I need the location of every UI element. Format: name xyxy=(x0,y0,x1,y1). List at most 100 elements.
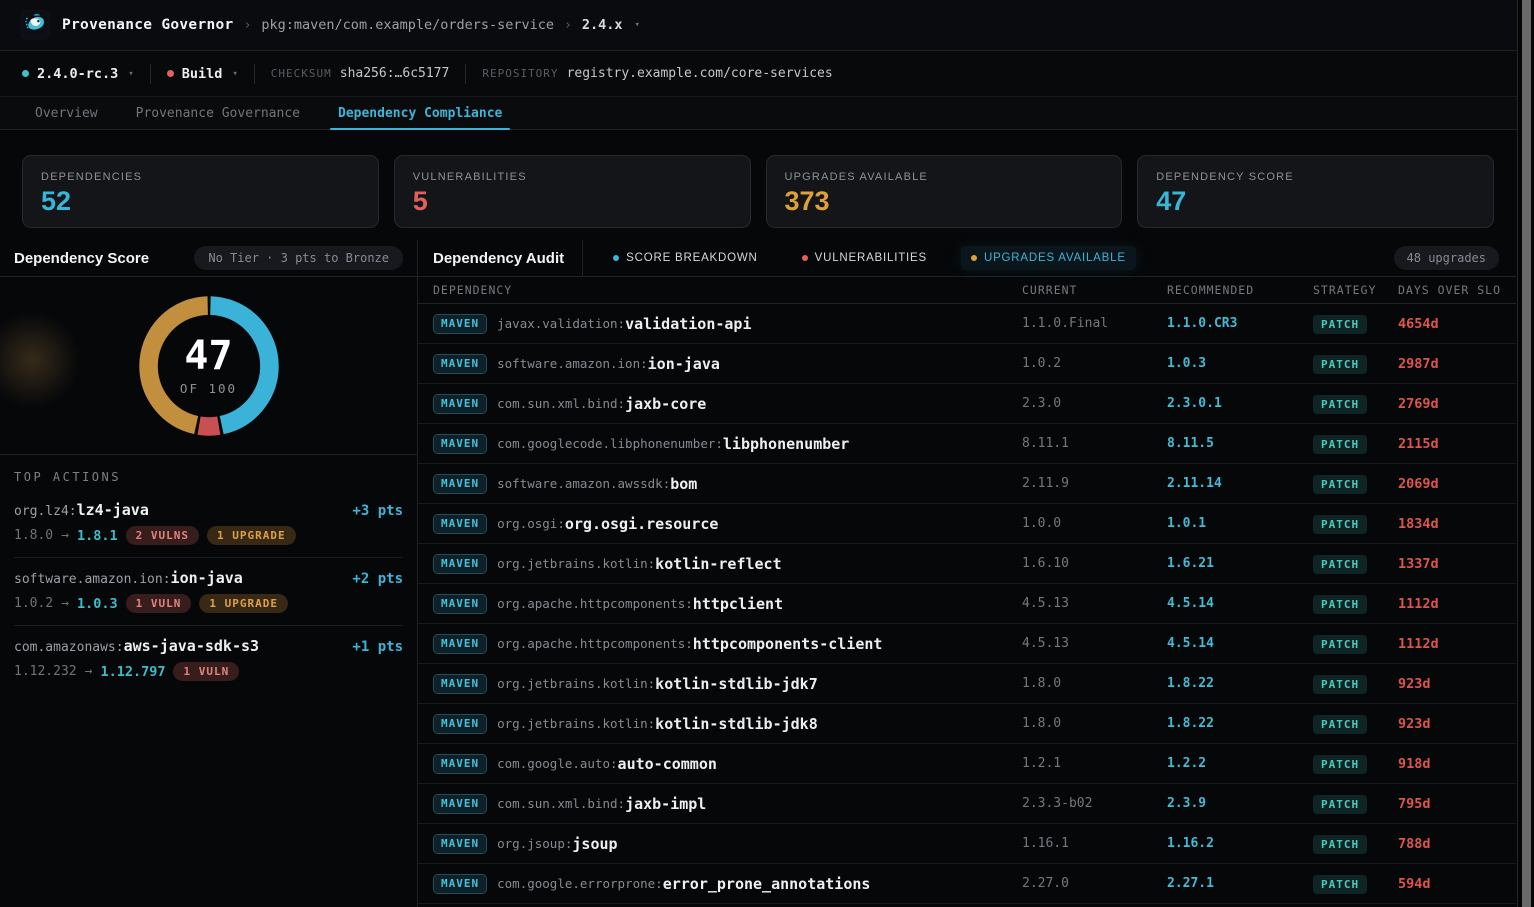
strategy-badge: PATCH xyxy=(1313,515,1367,534)
top-action-item-aws-java-sdk-s3[interactable]: com.amazonaws:aws-java-sdk-s3 +1 pts 1.1… xyxy=(14,626,403,693)
recommended-version-cell: 1.6.21 xyxy=(1167,556,1313,571)
days-over-slo-cell: 4654d xyxy=(1398,316,1516,332)
recommended-version-cell: 4.5.14 xyxy=(1167,636,1313,651)
table-row-auto-common[interactable]: MAVEN com.google.auto:auto-common 1.2.1 … xyxy=(418,744,1516,784)
top-action-badges: 2 VULNS1 UPGRADE xyxy=(126,526,296,545)
strategy-badge: PATCH xyxy=(1313,435,1367,454)
top-action-points: +2 pts xyxy=(352,571,403,587)
ecosystem-badge: MAVEN xyxy=(433,594,487,614)
top-action-name-row: org.lz4:lz4-java +3 pts xyxy=(14,501,403,519)
dependency-cell: MAVEN org.jetbrains.kotlin:kotlin-reflec… xyxy=(433,554,1022,574)
stat-card-label: DEPENDENCY SCORE xyxy=(1156,171,1475,183)
dependency-group: com.sun.xml.bind: xyxy=(497,796,625,811)
table-row-org-osgi-resource[interactable]: MAVEN org.osgi:org.osgi.resource 1.0.0 1… xyxy=(418,504,1516,544)
current-version-cell: 1.8.0 xyxy=(1022,716,1167,731)
table-row-jaxb-impl[interactable]: MAVEN com.sun.xml.bind:jaxb-impl 2.3.3-b… xyxy=(418,784,1516,824)
tab-overview[interactable]: Overview xyxy=(27,97,106,129)
stat-card-label: UPGRADES AVAILABLE xyxy=(785,171,1104,183)
breadcrumb: Provenance Governor › pkg:maven/com.exam… xyxy=(62,17,640,33)
days-over-slo-cell: 2069d xyxy=(1398,476,1516,492)
current-version: 1.0.2 xyxy=(14,596,53,611)
strategy-badge: PATCH xyxy=(1313,635,1367,654)
filter-chip-upgrades-available[interactable]: UPGRADES AVAILABLE xyxy=(961,246,1136,270)
table-row-jsoup[interactable]: MAVEN org.jsoup:jsoup 1.16.1 1.16.2 PATC… xyxy=(418,824,1516,864)
column-header-recommended: RECOMMENDED xyxy=(1167,283,1313,297)
score-panel-header: Dependency Score No Tier · 3 pts to Bron… xyxy=(0,240,417,277)
top-action-name-row: software.amazon.ion:ion-java +2 pts xyxy=(14,569,403,587)
ecosystem-badge: MAVEN xyxy=(433,674,487,694)
strategy-cell: PATCH xyxy=(1313,313,1398,334)
table-row-kotlin-reflect[interactable]: MAVEN org.jetbrains.kotlin:kotlin-reflec… xyxy=(418,544,1516,584)
vertical-scrollbar[interactable] xyxy=(1517,0,1534,907)
table-row-httpcomponents-client[interactable]: MAVEN org.apache.httpcomponents:httpcomp… xyxy=(418,624,1516,664)
strategy-badge: PATCH xyxy=(1313,595,1367,614)
shark-icon xyxy=(23,11,47,39)
tier-badge: No Tier · 3 pts to Bronze xyxy=(194,246,403,270)
chevron-down-icon[interactable]: ▾ xyxy=(634,20,639,30)
stat-card-label: DEPENDENCIES xyxy=(41,171,360,183)
arrow-right-icon: → xyxy=(85,664,93,679)
table-row-httpclient[interactable]: MAVEN org.apache.httpcomponents:httpclie… xyxy=(418,584,1516,624)
stat-card-label: VULNERABILITIES xyxy=(413,171,732,183)
tab-dependency-compliance[interactable]: Dependency Compliance xyxy=(330,97,510,129)
breadcrumb-version-dropdown[interactable]: 2.4.x xyxy=(582,17,623,33)
table-row-validation-api[interactable]: MAVEN javax.validation:validation-api 1.… xyxy=(418,304,1516,344)
recommended-version-cell: 1.2.2 xyxy=(1167,756,1313,771)
version-selector[interactable]: 2.4.0-rc.3 ▾ xyxy=(22,66,134,82)
filter-chip-score-breakdown[interactable]: SCORE BREAKDOWN xyxy=(603,246,768,270)
days-over-slo-cell: 918d xyxy=(1398,756,1516,772)
recommended-version-cell: 2.3.9 xyxy=(1167,796,1313,811)
recommended-version: 1.0.3 xyxy=(77,596,118,612)
filter-chip-vulnerabilities[interactable]: VULNERABILITIES xyxy=(792,246,937,270)
top-actions-title: TOP ACTIONS xyxy=(14,470,403,484)
current-version-cell: 1.16.1 xyxy=(1022,836,1167,851)
column-header-dependency: DEPENDENCY xyxy=(433,283,1022,297)
divider xyxy=(254,64,255,84)
dependency-artifact: kotlin-reflect xyxy=(655,555,781,573)
audit-filters: SCORE BREAKDOWN VULNERABILITIES UPGRADES… xyxy=(603,246,1136,270)
table-row-jaxb-core[interactable]: MAVEN com.sun.xml.bind:jaxb-core 2.3.0 2… xyxy=(418,384,1516,424)
arrow-right-icon: → xyxy=(61,528,69,543)
tab-label: Provenance Governance xyxy=(136,106,300,121)
table-row-kotlin-stdlib-jdk8[interactable]: MAVEN org.jetbrains.kotlin:kotlin-stdlib… xyxy=(418,704,1516,744)
top-actions-list: org.lz4:lz4-java +3 pts 1.8.0 → 1.8.1 2 … xyxy=(14,490,403,693)
dependency-audit-panel: Dependency Audit SCORE BREAKDOWN VULNERA… xyxy=(418,240,1516,907)
tab-provenance-governance[interactable]: Provenance Governance xyxy=(128,97,308,129)
days-over-slo-cell: 2115d xyxy=(1398,436,1516,452)
breadcrumb-package[interactable]: pkg:maven/com.example/orders-service xyxy=(261,17,554,33)
audit-table-header: DEPENDENCY CURRENT RECOMMENDED STRATEGY … xyxy=(418,277,1516,304)
filter-dot-icon xyxy=(971,255,977,261)
table-row-bom[interactable]: MAVEN software.amazon.awssdk:bom 2.11.9 … xyxy=(418,464,1516,504)
stat-card-value: 52 xyxy=(41,186,360,217)
strategy-cell: PATCH xyxy=(1313,473,1398,494)
scrollbar-thumb[interactable] xyxy=(1522,0,1531,907)
top-action-item-ion-java[interactable]: software.amazon.ion:ion-java +2 pts 1.0.… xyxy=(14,558,403,626)
top-action-name-row: com.amazonaws:aws-java-sdk-s3 +1 pts xyxy=(14,637,403,655)
dependency-artifact: org.osgi.resource xyxy=(565,515,719,533)
stat-card-value: 47 xyxy=(1156,186,1475,217)
dependency-cell: MAVEN org.apache.httpcomponents:httpcomp… xyxy=(433,634,1022,654)
dependency-artifact: jaxb-impl xyxy=(625,795,706,813)
app-logo[interactable] xyxy=(20,10,50,40)
table-row-error-prone-annotations[interactable]: MAVEN com.google.errorprone:error_prone_… xyxy=(418,864,1516,904)
top-action-detail-row: 1.0.2 → 1.0.3 1 VULN1 UPGRADE xyxy=(14,594,403,613)
top-action-artifact: lz4-java xyxy=(77,501,149,519)
stage-selector[interactable]: Build ▾ xyxy=(167,66,238,82)
days-over-slo-cell: 795d xyxy=(1398,796,1516,812)
table-row-libphonenumber[interactable]: MAVEN com.googlecode.libphonenumber:libp… xyxy=(418,424,1516,464)
filter-label: SCORE BREAKDOWN xyxy=(626,252,758,264)
version-label: 2.4.0-rc.3 xyxy=(37,66,118,82)
top-action-badges: 1 VULN1 UPGRADE xyxy=(126,594,288,613)
table-row-ion-java[interactable]: MAVEN software.amazon.ion:ion-java 1.0.2… xyxy=(418,344,1516,384)
app-title: Provenance Governor xyxy=(62,17,234,33)
breadcrumb-separator: › xyxy=(244,18,252,33)
top-action-detail-row: 1.12.232 → 1.12.797 1 VULN xyxy=(14,662,403,681)
column-header-current: CURRENT xyxy=(1022,283,1167,297)
top-action-item-lz4-java[interactable]: org.lz4:lz4-java +3 pts 1.8.0 → 1.8.1 2 … xyxy=(14,490,403,558)
strategy-badge: PATCH xyxy=(1313,835,1367,854)
ecosystem-badge: MAVEN xyxy=(433,394,487,414)
audit-panel-header: Dependency Audit SCORE BREAKDOWN VULNERA… xyxy=(418,240,1516,277)
checksum-value: sha256:…6c5177 xyxy=(340,66,450,81)
table-row-kotlin-stdlib-jdk7[interactable]: MAVEN org.jetbrains.kotlin:kotlin-stdlib… xyxy=(418,664,1516,704)
days-over-slo-cell: 2769d xyxy=(1398,396,1516,412)
